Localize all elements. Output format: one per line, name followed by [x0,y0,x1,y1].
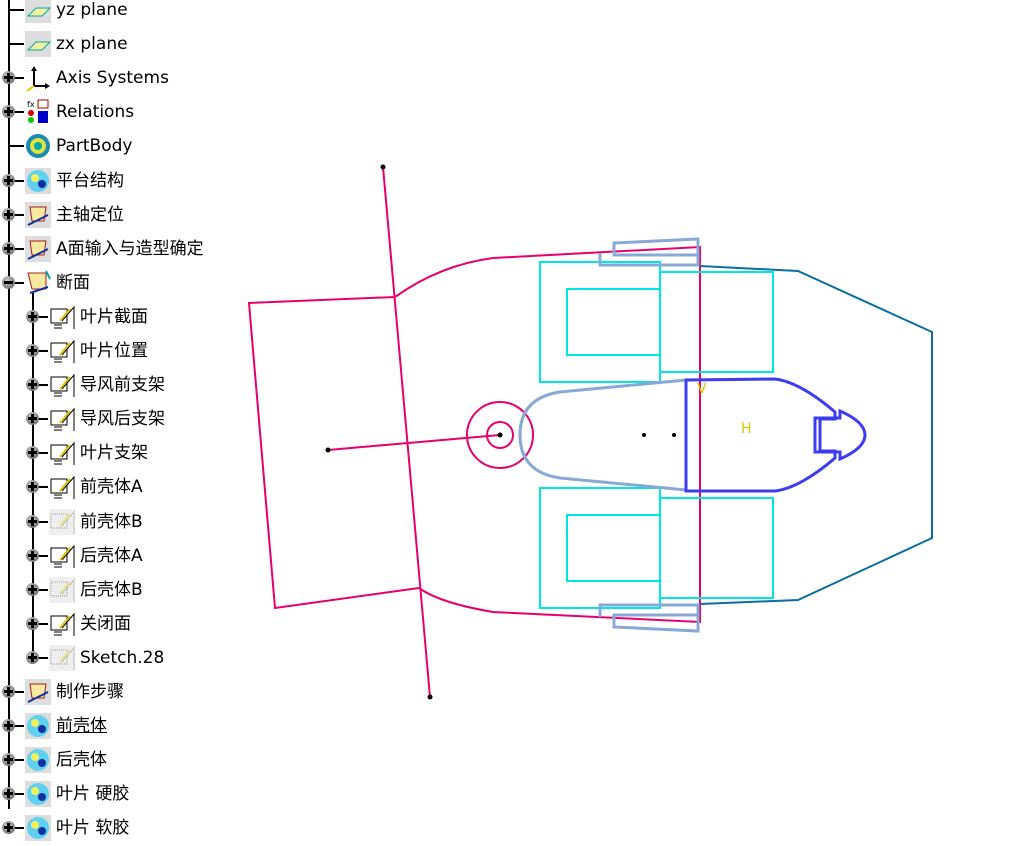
point[interactable] [497,432,503,438]
lower-extension[interactable] [660,497,774,599]
point[interactable] [325,447,331,453]
construction-sketch[interactable] [247,166,701,698]
point[interactable] [380,164,386,170]
axis-line-diagonal[interactable] [382,166,431,698]
point[interactable] [672,433,676,437]
upper-inner-rect[interactable] [566,288,661,356]
3d-viewport[interactable]: V H [0,0,1010,809]
point[interactable] [642,433,646,437]
upper-outer-rect[interactable] [539,261,661,383]
h-direction-label: H [741,421,752,437]
upper-profile-curve[interactable] [394,245,701,624]
lower-outer-rect[interactable] [539,487,661,609]
nose-cap[interactable] [813,408,867,462]
geometrical-set-icon [24,814,52,842]
housing-b-sketch[interactable] [684,377,867,493]
slot-shape[interactable] [518,378,688,492]
spindle-line[interactable] [327,434,501,451]
lower-inner-rect[interactable] [566,514,661,582]
left-quadrilateral[interactable] [247,296,420,610]
upper-extension[interactable] [660,271,774,373]
nose-shape[interactable] [684,377,837,493]
v-direction-label: V [697,381,707,397]
tree-item[interactable]: 叶片 软胶 [0,811,240,845]
tree-item-label[interactable]: 叶片 软胶 [56,818,129,838]
blade-sections[interactable] [539,261,774,609]
housing-a-sketch[interactable] [518,237,700,633]
point[interactable] [427,694,433,700]
expand-icon[interactable] [2,821,15,835]
